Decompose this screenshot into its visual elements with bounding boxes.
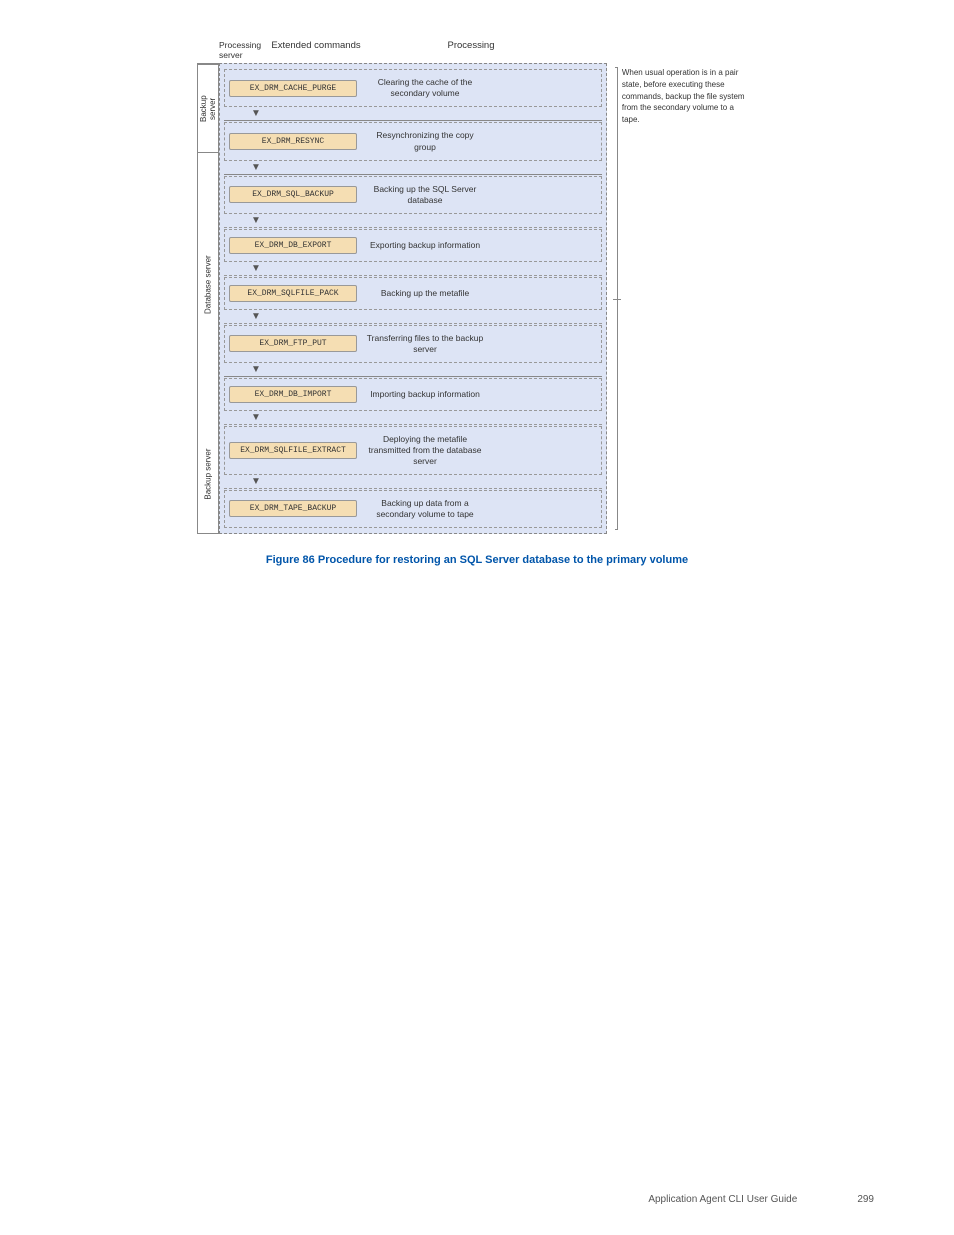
note-box: When usual operation is in a pair state,… (607, 63, 757, 534)
arrow-down-7: ▼ (251, 412, 261, 423)
arrow-down-8: ▼ (251, 476, 261, 487)
col-header-processing: Processing (391, 40, 551, 60)
footer-guide-title: Application Agent CLI User Guide (648, 1194, 797, 1205)
cmd-sql-backup: EX_DRM_SQL_BACKUP (229, 186, 357, 203)
figure-caption: Figure 86 Procedure for restoring an SQL… (80, 554, 874, 566)
cmd-desc-ftp-put: Transferring files to the backup server (365, 333, 485, 355)
col-header-extended: Extended commands (241, 40, 391, 60)
cmd-desc-db-export: Exporting backup information (365, 240, 485, 251)
note-text: When usual operation is in a pair state,… (622, 67, 749, 125)
server-label-database: Database server (198, 152, 218, 416)
cmd-desc-sqlfile-pack: Backing up the metafile (365, 288, 485, 299)
cmd-ftp-put: EX_DRM_FTP_PUT (229, 335, 357, 352)
cmd-desc-resync: Resynchronizing the copy group (365, 130, 485, 152)
cmd-row-sqlfile-extract: EX_DRM_SQLFILE_EXTRACT Deploying the met… (229, 434, 597, 467)
cmd-row-sql-backup: EX_DRM_SQL_BACKUP Backing up the SQL Ser… (229, 184, 597, 206)
cmd-row-db-import: EX_DRM_DB_IMPORT Importing backup inform… (229, 386, 597, 403)
cmd-row-resync: EX_DRM_RESYNC Resynchronizing the copy g… (229, 130, 597, 152)
cmd-row-sqlfile-pack: EX_DRM_SQLFILE_PACK Backing up the metaf… (229, 285, 597, 302)
arrow-down-5: ▼ (251, 311, 261, 322)
arrow-down-4: ▼ (251, 263, 261, 274)
cmd-desc-cache-purge: Clearing the cache of the secondary volu… (365, 77, 485, 99)
cmd-cache-purge: EX_DRM_CACHE_PURGE (229, 80, 357, 97)
cmd-desc-sql-backup: Backing up the SQL Server database (365, 184, 485, 206)
cmd-row-db-export: EX_DRM_DB_EXPORT Exporting backup inform… (229, 237, 597, 254)
server-label-backup-bottom: Backup server (198, 416, 218, 533)
cmd-tape-backup: EX_DRM_TAPE_BACKUP (229, 500, 357, 517)
cmd-desc-db-import: Importing backup information (365, 389, 485, 400)
cmd-desc-tape-backup: Backing up data from a secondary volume … (365, 498, 485, 520)
cmd-row-cache-purge: EX_DRM_CACHE_PURGE Clearing the cache of… (229, 77, 597, 99)
arrow-down-1: ▼ (251, 108, 261, 119)
cmd-row-ftp-put: EX_DRM_FTP_PUT Transferring files to the… (229, 333, 597, 355)
cmd-db-import: EX_DRM_DB_IMPORT (229, 386, 357, 403)
cmd-db-export: EX_DRM_DB_EXPORT (229, 237, 357, 254)
arrow-down-6: ▼ (251, 364, 261, 375)
cmd-sqlfile-pack: EX_DRM_SQLFILE_PACK (229, 285, 357, 302)
cmd-row-tape-backup: EX_DRM_TAPE_BACKUP Backing up data from … (229, 498, 597, 520)
cmd-sqlfile-extract: EX_DRM_SQLFILE_EXTRACT (229, 442, 357, 459)
footer-page-number: 299 (857, 1194, 874, 1205)
cmd-resync: EX_DRM_RESYNC (229, 133, 357, 150)
cmd-desc-sqlfile-extract: Deploying the metafile transmitted from … (365, 434, 485, 467)
arrow-down-2: ▼ (251, 162, 261, 173)
server-label-backup-top: Backupserver (198, 64, 218, 152)
col-header-processing-server: Processing server (219, 40, 241, 60)
arrow-down-3: ▼ (251, 215, 261, 226)
